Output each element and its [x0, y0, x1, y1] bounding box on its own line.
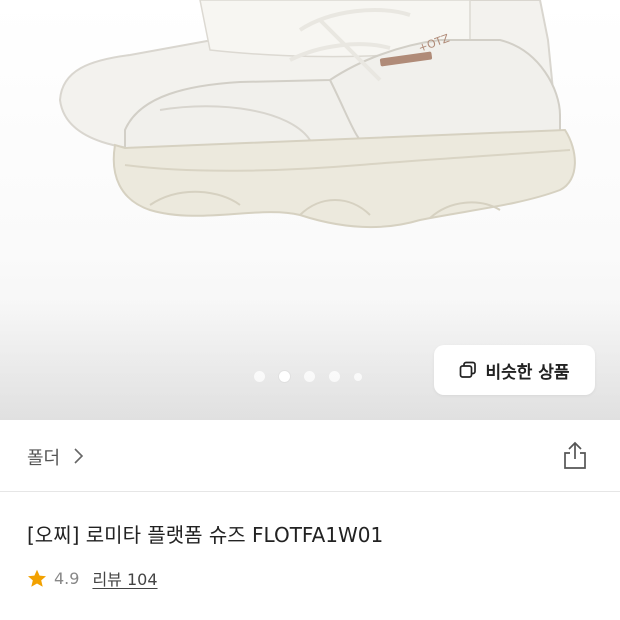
copy-squares-icon: [460, 361, 477, 378]
carousel-dot[interactable]: [254, 371, 265, 382]
star-icon: [28, 569, 46, 587]
carousel-indicator: [254, 371, 362, 382]
folder-link[interactable]: 폴더: [27, 444, 60, 470]
product-image-area[interactable]: +OTZ 비슷한 상품: [0, 0, 620, 420]
similar-products-button[interactable]: 비슷한 상품: [434, 345, 595, 395]
carousel-dot[interactable]: [329, 371, 340, 382]
carousel-dot[interactable]: [304, 371, 315, 382]
rating-value: 4.9: [54, 568, 80, 588]
chevron-right-icon[interactable]: [72, 447, 84, 465]
rating-row: 4.9 리뷰 104: [27, 566, 158, 590]
review-count-link[interactable]: 리뷰 104: [92, 566, 157, 590]
product-title: [오찌] 로미타 플랫폼 슈즈 FLOTFA1W01: [27, 523, 384, 547]
carousel-dot[interactable]: [354, 372, 362, 381]
folder-bar: [0, 420, 620, 492]
carousel-dot-active[interactable]: [279, 371, 290, 382]
share-icon[interactable]: [562, 440, 588, 470]
similar-products-label: 비슷한 상품: [485, 362, 570, 383]
